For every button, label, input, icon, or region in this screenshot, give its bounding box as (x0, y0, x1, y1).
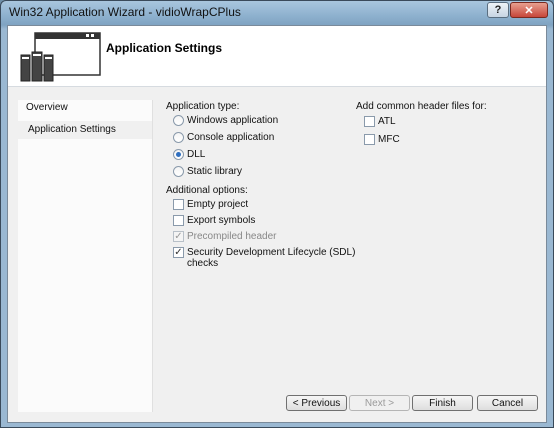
additional-options-label: Additional options: (166, 185, 248, 196)
help-button[interactable]: ? (487, 2, 509, 18)
export-symbols-label[interactable]: Export symbols (187, 215, 255, 226)
previous-button[interactable]: < Previous (286, 395, 347, 411)
atl-checkbox[interactable] (364, 116, 375, 127)
close-button[interactable]: ✕ (510, 2, 548, 18)
common-headers-label: Add common header files for: (356, 101, 487, 112)
windows-application-label[interactable]: Windows application (187, 115, 278, 126)
dll-radio[interactable] (173, 149, 184, 160)
console-application-radio[interactable] (173, 132, 184, 143)
static-library-label[interactable]: Static library (187, 166, 242, 177)
finish-button[interactable]: Finish (412, 395, 473, 411)
mfc-label[interactable]: MFC (378, 134, 400, 145)
wizard-window: Win32 Application Wizard - vidioWrapCPlu… (0, 0, 554, 428)
dll-label[interactable]: DLL (187, 149, 205, 160)
application-type-label: Application type: (166, 101, 240, 112)
precompiled-header-checkbox: ✓ (173, 231, 184, 242)
nav-item-application-settings[interactable]: Application Settings (18, 121, 152, 139)
empty-project-checkbox[interactable] (173, 199, 184, 210)
sdl-checks-label-line1[interactable]: Security Development Lifecycle (SDL) (187, 247, 355, 258)
wizard-banner-icon (20, 32, 101, 82)
nav-item-overview[interactable]: Overview (26, 102, 68, 113)
precompiled-header-label: Precompiled header (187, 231, 277, 242)
page-title: Application Settings (106, 41, 223, 55)
atl-label[interactable]: ATL (378, 116, 396, 127)
next-button: Next > (349, 395, 410, 411)
sdl-checks-label-line2[interactable]: checks (187, 258, 218, 269)
window-title: Win32 Application Wizard - vidioWrapCPlu… (9, 5, 241, 19)
wizard-nav: Overview Application Settings (18, 100, 153, 412)
windows-application-radio[interactable] (173, 115, 184, 126)
wizard-client-area: Application Settings Overview Applicatio… (7, 25, 547, 423)
sdl-checks-checkbox[interactable]: ✓ (173, 247, 184, 258)
nav-item-label: Application Settings (28, 124, 116, 135)
console-application-label[interactable]: Console application (187, 132, 274, 143)
mfc-checkbox[interactable] (364, 134, 375, 145)
wizard-header: Application Settings (8, 26, 546, 87)
static-library-radio[interactable] (173, 166, 184, 177)
empty-project-label[interactable]: Empty project (187, 199, 248, 210)
export-symbols-checkbox[interactable] (173, 215, 184, 226)
cancel-button[interactable]: Cancel (477, 395, 538, 411)
title-bar[interactable]: Win32 Application Wizard - vidioWrapCPlu… (1, 1, 553, 25)
